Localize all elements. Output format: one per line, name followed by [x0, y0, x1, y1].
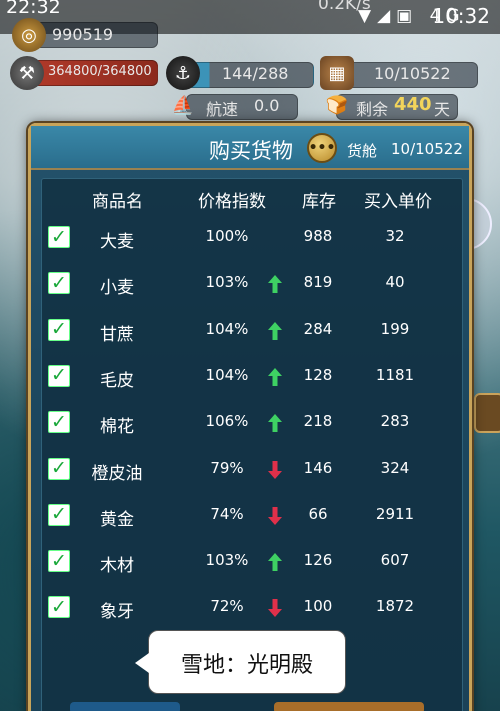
checkbox-icon[interactable]: ✓ — [48, 596, 70, 619]
remaining-label: 剩余 — [356, 100, 389, 119]
table-row[interactable]: ✓ 小麦 103% 819 40 — [42, 261, 462, 307]
price-index: 79% — [210, 458, 244, 477]
status-left-time: 22:32 — [6, 0, 61, 18]
table-row[interactable]: ✓ 黄金 74% 66 2911 — [42, 493, 462, 539]
sail-icon: ⛵ — [171, 94, 195, 116]
goods-name: 象牙 — [100, 602, 134, 623]
chest-icon[interactable] — [474, 393, 500, 433]
stock-value: 284 — [303, 319, 333, 338]
hammer-icon: ⚒ — [10, 56, 44, 90]
stock-value: 100 — [303, 597, 333, 616]
hold-label: 货舱 — [347, 142, 378, 160]
table-row[interactable]: ✓ 橙皮油 79% 146 324 — [42, 447, 462, 493]
status-time: 10:32 — [432, 4, 490, 28]
arrow-up-icon — [268, 275, 282, 294]
arrow-up-icon — [268, 367, 282, 386]
checkbox-icon[interactable]: ✓ — [48, 272, 70, 295]
table-row[interactable]: ✓ 甘蔗 104% 284 199 — [42, 308, 462, 354]
col-index-header: 价格指数 — [198, 192, 266, 212]
goods-name: 大麦 — [100, 232, 134, 252]
crew-icon: ⚓ — [166, 56, 200, 90]
arrow-down-icon — [268, 460, 282, 479]
location-text: 雪地：光明殿 — [180, 653, 313, 678]
table-row[interactable]: ✓ 棉花 106% 218 283 — [42, 400, 462, 446]
price-index: 74% — [210, 504, 244, 523]
table-row[interactable]: ✓ 毛皮 104% 128 1181 — [42, 354, 462, 400]
checkbox-icon[interactable]: ✓ — [48, 318, 70, 341]
arrow-down-icon — [268, 599, 282, 618]
checkbox-icon[interactable]: ✓ — [48, 364, 70, 387]
cargo-crate-icon: ▦ — [320, 56, 354, 90]
buy-price: 199 — [380, 319, 410, 338]
table-row[interactable]: ✓ 象牙 72% 100 1872 — [42, 585, 462, 631]
stock-value: 218 — [303, 412, 333, 431]
buy-price: 283 — [380, 412, 410, 431]
buy-price: 1181 — [375, 365, 415, 384]
dialog-header: 购买货物 ••• 货舱 10/10522 — [31, 126, 469, 170]
price-index: 104% — [205, 319, 249, 338]
checkbox-icon[interactable]: ✓ — [48, 457, 70, 480]
col-name-header: 商品名 — [92, 192, 143, 212]
crew-value: 144/288 — [222, 64, 289, 83]
goods-name: 小麦 — [100, 278, 134, 299]
location-tooltip: 雪地：光明殿 — [135, 630, 346, 694]
cargo-value: 10/10522 — [374, 64, 451, 83]
arrow-up-icon — [268, 321, 282, 340]
bottom-button-left[interactable] — [70, 702, 180, 711]
speed-value: 0.0 — [254, 96, 280, 115]
arrow-up-icon — [268, 553, 282, 572]
arrow-up-icon — [268, 414, 282, 433]
price-index: 72% — [210, 597, 244, 616]
days-unit: 天 — [434, 100, 451, 119]
hp-value: 364800/364800 — [48, 64, 152, 79]
buy-price: 607 — [380, 551, 410, 570]
checkbox-icon[interactable]: ✓ — [48, 503, 70, 526]
goods-name: 木材 — [100, 556, 134, 577]
table-header: 商品名 价格指数 库存 买入单价 — [42, 179, 462, 215]
buy-price: 32 — [385, 227, 405, 245]
stock-value: 66 — [308, 504, 328, 523]
price-index: 103% — [205, 551, 249, 570]
gold-value: 990519 — [52, 25, 114, 44]
goods-name: 棉花 — [100, 417, 134, 438]
checkbox-icon[interactable]: ✓ — [48, 411, 70, 434]
checkbox-icon[interactable]: ✓ — [48, 226, 70, 248]
price-index: 104% — [205, 365, 249, 384]
buy-price: 324 — [380, 458, 410, 477]
buy-price: 2911 — [375, 504, 415, 523]
goods-name: 毛皮 — [100, 370, 134, 391]
stock-value: 126 — [303, 551, 333, 570]
arrow-down-icon — [268, 506, 282, 525]
price-index: 103% — [205, 273, 249, 292]
col-price-header: 买入单价 — [364, 192, 432, 212]
chat-coin-icon[interactable]: ••• — [307, 133, 337, 163]
buy-goods-dialog: 购买货物 ••• 货舱 10/10522 商品名 价格指数 库存 买入单价 ✓ 大… — [28, 123, 472, 711]
price-index: 106% — [205, 412, 249, 431]
goods-name: 橙皮油 — [91, 463, 143, 484]
stock-value: 146 — [303, 458, 333, 477]
table-row[interactable]: ✓ 大麦 100% 988 32 — [42, 215, 462, 261]
buy-price: 40 — [385, 273, 405, 292]
remaining-days: 440 — [394, 94, 432, 115]
speed-label: 航速 — [206, 100, 239, 119]
gold-coin-icon: ◎ — [12, 18, 46, 52]
stock-value: 988 — [303, 227, 333, 245]
food-icon: 🍞 — [325, 94, 349, 116]
price-index: 100% — [205, 227, 249, 245]
table-row[interactable]: ✓ 木材 103% 126 607 — [42, 539, 462, 585]
checkbox-icon[interactable]: ✓ — [48, 550, 70, 573]
goods-name: 甘蔗 — [100, 324, 134, 345]
buy-price: 1872 — [375, 597, 415, 616]
bottom-button-right[interactable] — [274, 702, 424, 711]
speed-pill — [186, 94, 298, 120]
stock-value: 128 — [303, 365, 333, 384]
hold-value: 10/10522 — [391, 140, 463, 158]
stock-value: 819 — [303, 273, 333, 292]
goods-name: 黄金 — [100, 509, 134, 530]
dialog-title: 购买货物 — [209, 139, 293, 163]
col-stock-header: 库存 — [302, 192, 336, 212]
